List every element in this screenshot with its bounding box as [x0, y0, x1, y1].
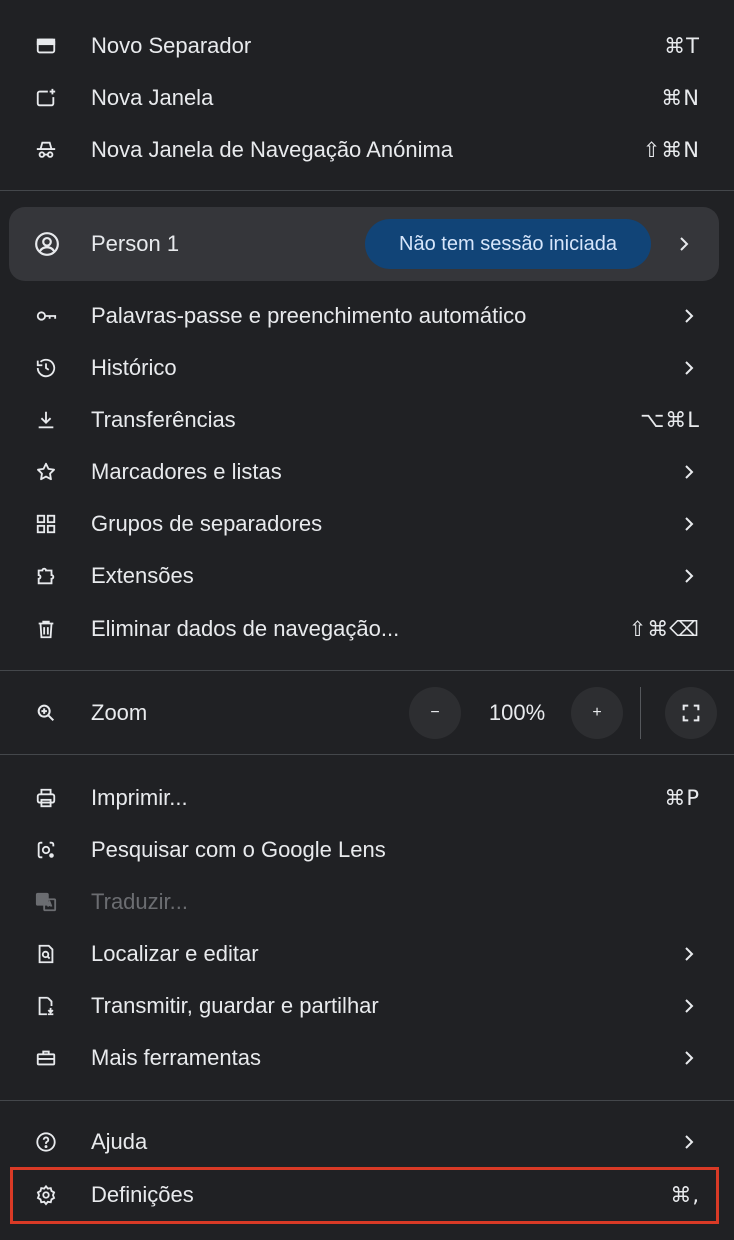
menu-item-print[interactable]: Imprimir... ⌘P — [0, 772, 734, 824]
menu-item-find-edit[interactable]: Localizar e editar — [0, 928, 734, 980]
menu-item-zoom: Zoom − 100% + — [0, 687, 734, 739]
menu-item-label: Transferências — [91, 407, 236, 432]
shortcut-label: ⌘T — [664, 34, 700, 58]
profile-row[interactable]: Person 1 Não tem sessão iniciada — [9, 207, 719, 281]
shortcut-label: ⌥⌘L — [640, 408, 700, 432]
shortcut-label: ⇧⌘⌫ — [628, 617, 700, 641]
chevron-right-icon — [685, 569, 694, 583]
google-lens-icon — [30, 834, 62, 866]
translate-icon — [30, 886, 62, 918]
trash-icon — [30, 613, 62, 645]
menu-item-label: Nova Janela de Navegação Anónima — [91, 137, 454, 162]
sign-in-status-badge[interactable]: Não tem sessão iniciada — [365, 219, 651, 269]
history-icon — [30, 352, 62, 384]
print-icon — [30, 782, 62, 814]
zoom-separator — [640, 687, 641, 739]
menu-item-google-lens[interactable]: Pesquisar com o Google Lens — [0, 824, 734, 876]
toolbox-icon — [30, 1042, 62, 1074]
chevron-right-icon — [685, 999, 694, 1013]
menu-item-label: Zoom — [91, 700, 148, 725]
menu-item-label: Traduzir... — [91, 889, 188, 914]
divider — [0, 754, 734, 755]
fullscreen-button[interactable] — [665, 687, 717, 739]
new-window-icon — [30, 82, 62, 114]
menu-item-new-tab[interactable]: Novo Separador ⌘T — [0, 20, 734, 72]
menu-item-label: Mais ferramentas — [91, 1045, 261, 1070]
puzzle-icon — [30, 560, 62, 592]
menu-item-label: Nova Janela — [91, 85, 214, 110]
menu-item-downloads[interactable]: Transferências ⌥⌘L — [0, 394, 734, 446]
chevron-right-icon — [680, 237, 689, 251]
menu-item-label: Novo Separador — [91, 33, 252, 58]
help-icon — [30, 1126, 62, 1158]
find-icon — [30, 938, 62, 970]
menu-item-label: Marcadores e listas — [91, 459, 282, 484]
menu-item-label: Eliminar dados de navegação... — [91, 616, 400, 641]
menu-item-cast-save-share[interactable]: Transmitir, guardar e partilhar — [0, 980, 734, 1032]
shortcut-label: ⇧⌘N — [642, 138, 700, 162]
account-circle-icon — [31, 228, 63, 260]
menu-item-incognito[interactable]: Nova Janela de Navegação Anónima ⇧⌘N — [0, 124, 734, 176]
menu-item-tab-groups[interactable]: Grupos de separadores — [0, 498, 734, 550]
menu-item-settings[interactable]: Definições ⌘, — [0, 1169, 734, 1221]
menu-item-label: Extensões — [91, 563, 194, 588]
chevron-right-icon — [685, 465, 694, 479]
chevron-right-icon — [685, 361, 694, 375]
menu-item-label: Definições — [91, 1182, 194, 1207]
menu-item-label: Transmitir, guardar e partilhar — [91, 993, 379, 1018]
menu-item-bookmarks[interactable]: Marcadores e listas — [0, 446, 734, 498]
settings-icon — [30, 1179, 62, 1211]
shortcut-label: ⌘, — [670, 1183, 700, 1207]
download-icon — [30, 404, 62, 436]
menu-item-label: Histórico — [91, 355, 177, 380]
menu-item-passwords[interactable]: Palavras-passe e preenchimento automátic… — [0, 290, 734, 342]
menu-item-label: Palavras-passe e preenchimento automátic… — [91, 303, 527, 328]
divider — [0, 190, 734, 191]
divider — [0, 1100, 734, 1101]
profile-name: Person 1 — [91, 231, 180, 256]
menu-item-new-window[interactable]: Nova Janela ⌘N — [0, 72, 734, 124]
fullscreen-icon — [682, 704, 700, 722]
key-icon — [30, 300, 62, 332]
menu-item-label: Pesquisar com o Google Lens — [91, 837, 386, 862]
divider — [0, 670, 734, 671]
menu-item-label: Grupos de separadores — [91, 511, 323, 536]
tab-groups-icon — [30, 508, 62, 540]
chrome-main-menu: Novo Separador ⌘T Nova Janela ⌘N Nova Ja… — [0, 0, 734, 1240]
menu-item-clear-data[interactable]: Eliminar dados de navegação... ⇧⌘⌫ — [0, 603, 734, 655]
menu-item-translate: Traduzir... — [0, 876, 734, 928]
zoom-in-button[interactable]: + — [571, 687, 623, 739]
chevron-right-icon — [685, 947, 694, 961]
menu-item-history[interactable]: Histórico — [0, 342, 734, 394]
star-icon — [30, 456, 62, 488]
chevron-right-icon — [685, 309, 694, 323]
chevron-right-icon — [685, 1135, 694, 1149]
new-tab-icon — [30, 30, 62, 62]
menu-item-label: Localizar e editar — [91, 941, 259, 966]
zoom-level: 100% — [488, 700, 546, 725]
chevron-right-icon — [685, 1051, 694, 1065]
zoom-out-button[interactable]: − — [409, 687, 461, 739]
menu-item-more-tools[interactable]: Mais ferramentas — [0, 1032, 734, 1084]
zoom-icon — [30, 697, 62, 729]
chevron-right-icon — [685, 517, 694, 531]
menu-item-label: Imprimir... — [91, 785, 188, 810]
incognito-icon — [30, 134, 62, 166]
shortcut-label: ⌘P — [664, 786, 700, 810]
shortcut-label: ⌘N — [661, 86, 700, 110]
menu-item-extensions[interactable]: Extensões — [0, 550, 734, 602]
menu-item-label: Ajuda — [91, 1129, 148, 1154]
menu-item-help[interactable]: Ajuda — [0, 1116, 734, 1168]
cast-save-icon — [30, 990, 62, 1022]
